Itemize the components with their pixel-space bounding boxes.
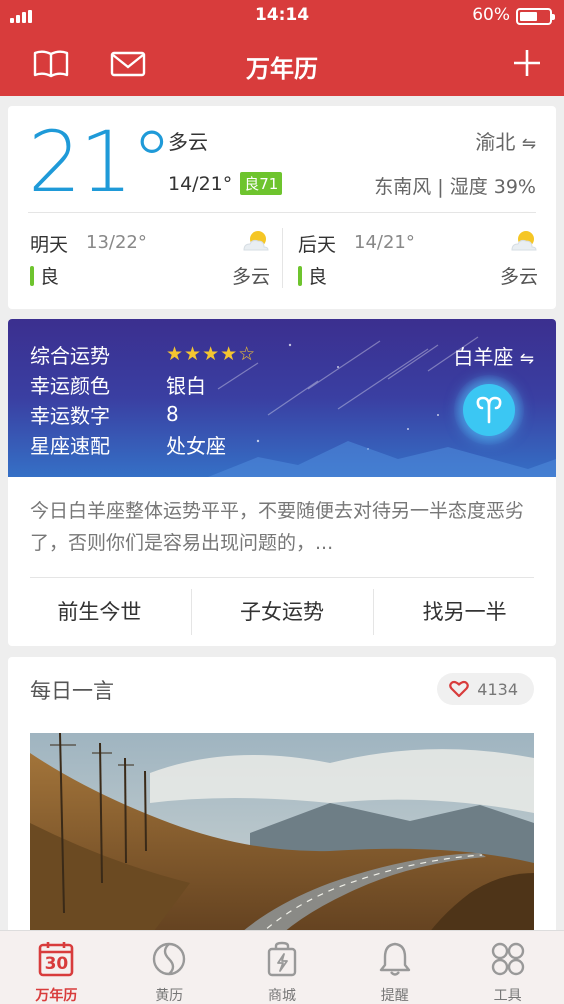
nav-bar: 万年历 [0,32,564,96]
divider [282,228,283,288]
wind-humidity: 东南风 | 湿度 39% [374,176,536,198]
tab-bar: 30 万年历 黄历 商城 提醒 工具 [0,930,564,1004]
zodiac-name: 白羊座 [453,345,514,369]
forecast-tomorrow[interactable]: 明天 13/22° 良 多云 [30,228,270,288]
zodiac-selector[interactable]: 白羊座 ⇋ [453,341,534,370]
temperature-range: 14/21° 良71 [168,172,283,195]
lucky-number-row: 幸运数字 8 [30,399,256,429]
tab-label: 商城 [267,988,296,1004]
rating-stars: ★★★★☆ [166,343,257,365]
weather-condition: 多云 [168,130,208,154]
horoscope-card[interactable]: 综合运势 ★★★★☆ 幸运颜色 银白 幸运数字 8 星座速配 处女座 白羊座 ⇋ [8,319,556,646]
city-selector[interactable]: 渝北 ⇋ [475,126,536,155]
tab-label: 提醒 [380,988,409,1004]
tab-almanac[interactable]: 黄历 [113,931,226,1004]
link-children-fortune[interactable]: 子女运势 [190,589,374,635]
calendar-day: 30 [44,954,69,974]
bell-icon [379,942,410,976]
match-value: 处女座 [166,433,226,458]
status-bar: 14:14 60% [0,0,564,32]
horoscope-banner[interactable]: 综合运势 ★★★★☆ 幸运颜色 银白 幸运数字 8 星座速配 处女座 白羊座 ⇋ [8,319,556,477]
page-title: 万年历 [246,55,318,83]
city-name: 渝北 [475,130,516,154]
partly-cloudy-icon [243,231,269,251]
air-quality-label: 良 [308,266,328,288]
horoscope-links: 前生今世 子女运势 找另一半 [8,589,556,635]
lucky-color-label: 幸运颜色 [30,373,110,398]
forecast-day-label: 后天 [298,234,337,256]
divider [28,212,536,213]
forecast-day-label: 明天 [30,234,69,256]
air-quality-label: 良 [40,266,60,288]
switch-icon: ⇋ [521,134,536,154]
link-past-life[interactable]: 前生今世 [8,589,191,635]
quality-bar [298,265,302,286]
tab-label: 工具 [493,988,522,1004]
air-quality: 良 [298,262,327,289]
battery-icon [516,8,555,25]
daily-quote-card[interactable]: 每日一言 4134 [8,657,556,947]
add-icon[interactable] [512,48,542,78]
lucky-number-label: 幸运数字 [30,403,110,428]
quote-photo[interactable] [30,733,534,947]
forecast-condition: 多云 [499,266,538,288]
yin-yang-icon [152,942,186,976]
heart-icon [449,680,470,698]
app-header: 14:14 60% 万年历 [0,0,564,96]
horoscope-summary: 综合运势 ★★★★☆ 幸运颜色 银白 幸运数字 8 星座速配 处女座 [30,339,256,459]
tab-tools[interactable]: 工具 [451,931,564,1004]
current-temperature: 21° [28,113,173,211]
aries-icon[interactable] [463,384,515,436]
tab-label: 黄历 [155,988,184,1004]
landscape-image [30,733,534,947]
forecast-temperature: 14/21° [354,232,415,253]
fortune-label: 综合运势 [30,343,110,368]
weather-card[interactable]: 21° 多云 14/21° 良71 渝北 ⇋ 东南风 | 湿度 39% 明天 1… [8,106,556,309]
quality-bar [30,265,34,286]
aqi-badge: 良71 [240,172,283,195]
tab-calendar[interactable]: 30 万年历 [0,931,113,1004]
tab-shop[interactable]: 商城 [226,931,339,1004]
quote-title: 每日一言 [30,679,114,703]
link-find-partner[interactable]: 找另一半 [373,589,556,635]
like-button[interactable]: 4134 [437,673,534,705]
temperature-range-value: 14/21° [168,172,233,195]
match-row: 星座速配 处女座 [30,429,256,459]
partly-cloudy-icon [511,231,537,251]
battery-percent: 60% [472,5,510,25]
switch-icon: ⇋ [519,349,534,369]
match-label: 星座速配 [30,433,110,458]
forecast-day-after[interactable]: 后天 14/21° 良 多云 [298,228,538,288]
fortune-row: 综合运势 ★★★★☆ [30,339,256,369]
lucky-color-value: 银白 [166,373,206,398]
shopping-bag-icon [267,941,297,977]
lucky-color-row: 幸运颜色 银白 [30,369,256,399]
lucky-number-value: 8 [166,402,179,426]
tab-label: 万年历 [35,988,78,1004]
like-count: 4134 [477,679,518,699]
grid-circles-icon [491,942,524,976]
divider [30,577,534,578]
forecast-temperature: 13/22° [86,232,147,253]
tab-reminder[interactable]: 提醒 [338,931,451,1004]
horoscope-description[interactable]: 今日白羊座整体运势平平，不要随便去对待另一半态度恶劣了，否则你们是容易出现问题的… [30,495,536,559]
forecast-condition: 多云 [231,266,270,288]
air-quality: 良 [30,262,59,289]
